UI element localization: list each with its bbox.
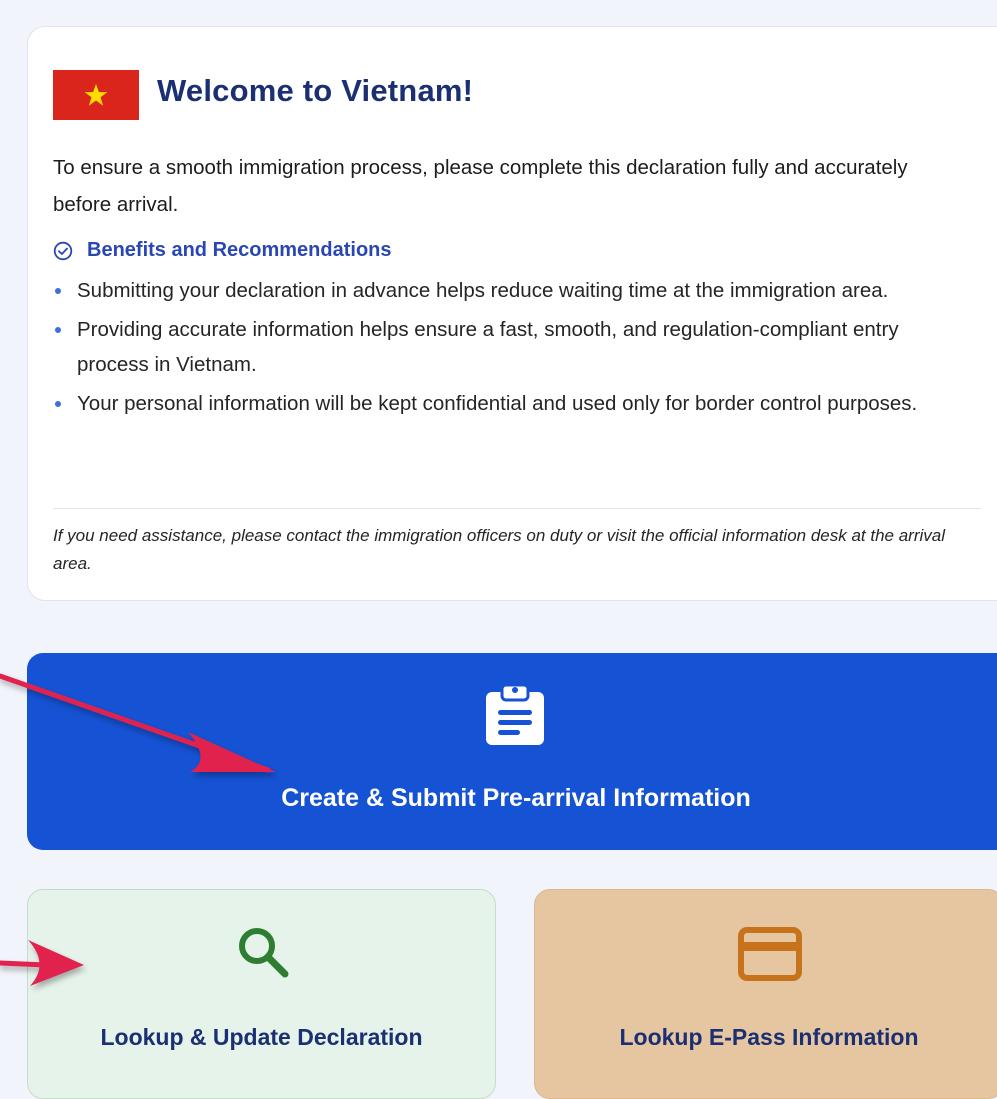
- list-item: Providing accurate information helps ens…: [53, 312, 973, 382]
- vietnam-flag-icon: [53, 70, 139, 120]
- clipboard-icon: [486, 683, 544, 745]
- benefits-heading: Benefits and Recommendations: [53, 239, 392, 262]
- check-circle-icon: [53, 241, 73, 260]
- list-item: Your personal information will be kept c…: [53, 386, 973, 421]
- lookup-update-button[interactable]: Lookup & Update Declaration: [27, 889, 496, 1099]
- page-title: Welcome to Vietnam!: [157, 73, 474, 108]
- search-icon: [239, 928, 289, 978]
- create-submit-label: Create & Submit Pre-arrival Information: [281, 784, 751, 812]
- create-submit-button[interactable]: Create & Submit Pre-arrival Information: [27, 653, 997, 850]
- lookup-epass-button[interactable]: Lookup E-Pass Information: [534, 889, 997, 1099]
- benefits-list: Submitting your declaration in advance h…: [53, 273, 973, 425]
- help-text: If you need assistance, please contact t…: [53, 526, 945, 573]
- divider: [53, 508, 981, 509]
- benefits-title: Benefits and Recommendations: [87, 239, 392, 261]
- list-item: Submitting your declaration in advance h…: [53, 273, 973, 308]
- lookup-epass-label: Lookup E-Pass Information: [619, 1024, 919, 1050]
- credit-card-icon: [738, 927, 802, 981]
- welcome-card: Welcome to Vietnam! To ensure a smooth i…: [27, 26, 997, 601]
- lookup-update-label: Lookup & Update Declaration: [100, 1024, 423, 1050]
- intro-text: To ensure a smooth immigration process, …: [53, 156, 908, 216]
